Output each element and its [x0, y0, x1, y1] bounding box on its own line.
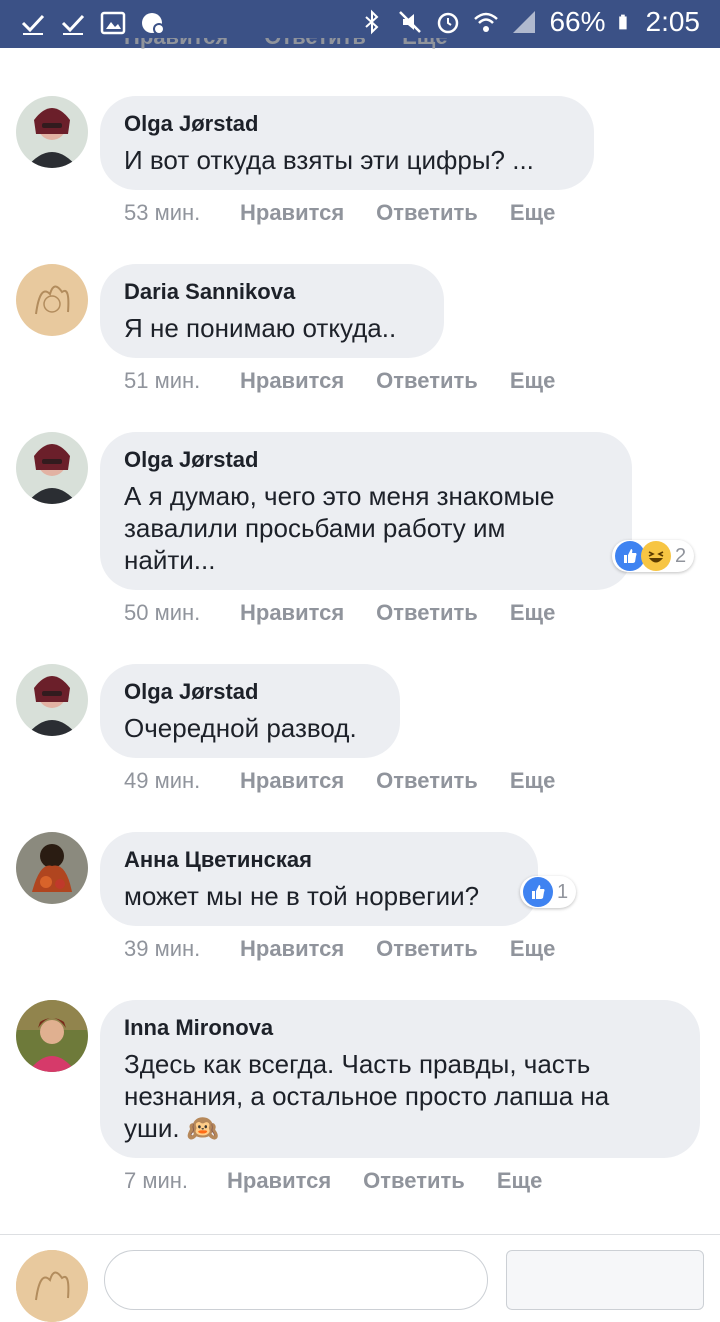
post-button[interactable]	[506, 1250, 704, 1310]
more-link[interactable]: Еще	[510, 200, 555, 226]
comment-text: Очередной развод.	[124, 713, 357, 743]
avatar[interactable]	[16, 264, 88, 336]
comment-text: Я не понимаю откуда..	[124, 313, 397, 343]
bluetooth-icon	[365, 9, 379, 35]
battery-percent: 66%	[549, 6, 606, 37]
comment-bubble[interactable]: Olga Jørstad А я думаю, чего это меня зн…	[100, 432, 632, 590]
more-link[interactable]: Еще	[402, 38, 447, 49]
more-link[interactable]: Еще	[510, 600, 555, 626]
previous-actions-row: Нравится Ответить Еще	[124, 38, 478, 58]
comment-bubble[interactable]: Inna Mironova Здесь как всегда. Часть пр…	[100, 1000, 700, 1158]
like-link[interactable]: Нравится	[240, 368, 344, 394]
avatar	[16, 1250, 88, 1322]
divider	[0, 1234, 720, 1235]
clock: 2:05	[645, 6, 701, 37]
reply-link[interactable]: Ответить	[264, 38, 366, 49]
comment-time: 53 мин.	[124, 200, 201, 225]
like-link[interactable]: Нравится	[240, 768, 344, 794]
comment-time: 49 мин.	[124, 768, 201, 793]
settings-notify-icon	[142, 13, 165, 35]
comment-bubble[interactable]: Olga Jørstad И вот откуда взяты эти цифр…	[100, 96, 594, 190]
like-link[interactable]: Нравится	[240, 200, 344, 226]
reaction-count: 1	[557, 880, 569, 903]
comment-time: 50 мин.	[124, 600, 201, 625]
reactions-badge[interactable]: 1	[520, 876, 577, 908]
comment-author[interactable]: Inna Mironova	[124, 1014, 676, 1042]
reply-link[interactable]: Ответить	[376, 200, 478, 226]
avatar[interactable]	[16, 664, 88, 736]
comment-bubble[interactable]: Olga Jørstad Очередной развод.	[100, 664, 400, 758]
more-link[interactable]: Еще	[497, 1168, 542, 1194]
comment-bubble[interactable]: Daria Sannikova Я не понимаю откуда..	[100, 264, 444, 358]
image-icon	[100, 11, 126, 35]
avatar[interactable]	[16, 1000, 88, 1072]
like-link[interactable]: Нравится	[240, 936, 344, 962]
more-link[interactable]: Еще	[510, 368, 555, 394]
comment-actions: 51 мин. Нравится Ответить Еще	[124, 368, 587, 394]
comment-actions: 49 мин. Нравится Ответить Еще	[124, 768, 587, 794]
comment-text: А я думаю, чего это меня знакомые завали…	[124, 481, 555, 575]
comment-time: 51 мин.	[124, 368, 201, 393]
comment-actions: 53 мин. Нравится Ответить Еще	[124, 200, 587, 226]
more-link[interactable]: Еще	[510, 768, 555, 794]
comment-actions: 39 мин. Нравится Ответить Еще	[124, 936, 587, 962]
avatar[interactable]	[16, 96, 88, 168]
comment-author[interactable]: Olga Jørstad	[124, 678, 376, 706]
alarm-icon	[438, 12, 459, 34]
more-link[interactable]: Еще	[510, 936, 555, 962]
comment-actions: 7 мин. Нравится Ответить Еще	[124, 1168, 574, 1194]
check-icon	[21, 14, 45, 35]
reaction-count: 2	[675, 544, 687, 567]
wifi-icon	[474, 12, 499, 32]
reply-link[interactable]: Ответить	[363, 1168, 465, 1194]
reactions-badge[interactable]: 2	[612, 540, 695, 572]
reply-link[interactable]: Ответить	[376, 600, 478, 626]
comment-composer	[0, 1250, 720, 1322]
like-link[interactable]: Нравится	[240, 600, 344, 626]
reply-link[interactable]: Ответить	[376, 936, 478, 962]
haha-reaction-icon	[641, 541, 671, 571]
like-link[interactable]: Нравится	[124, 38, 228, 49]
reply-link[interactable]: Ответить	[376, 368, 478, 394]
comment-actions: 50 мин. Нравится Ответить Еще	[124, 600, 587, 626]
battery-icon	[618, 14, 627, 30]
comment-time: 39 мин.	[124, 936, 201, 961]
comment-author[interactable]: Olga Jørstad	[124, 110, 570, 138]
comment-text: может мы не в той норвегии?	[124, 881, 480, 911]
signal-icon	[513, 11, 536, 33]
like-link[interactable]: Нравится	[227, 1168, 331, 1194]
mute-icon	[399, 11, 422, 33]
comment-text: Здесь как всегда. Часть правды, часть не…	[124, 1049, 610, 1143]
check-icon	[61, 14, 85, 35]
comment-author[interactable]: Анна Цветинская	[124, 846, 514, 874]
reply-link[interactable]: Ответить	[376, 768, 478, 794]
avatar[interactable]	[16, 432, 88, 504]
avatar[interactable]	[16, 832, 88, 904]
comment-time: 7 мин.	[124, 1168, 189, 1193]
comment-input[interactable]	[104, 1250, 488, 1310]
like-reaction-icon	[523, 877, 553, 907]
comment-text: И вот откуда взяты эти цифры? ...	[124, 145, 534, 175]
comment-author[interactable]: Olga Jørstad	[124, 446, 608, 474]
comment-author[interactable]: Daria Sannikova	[124, 278, 420, 306]
comment-bubble[interactable]: Анна Цветинская может мы не в той норвег…	[100, 832, 538, 926]
